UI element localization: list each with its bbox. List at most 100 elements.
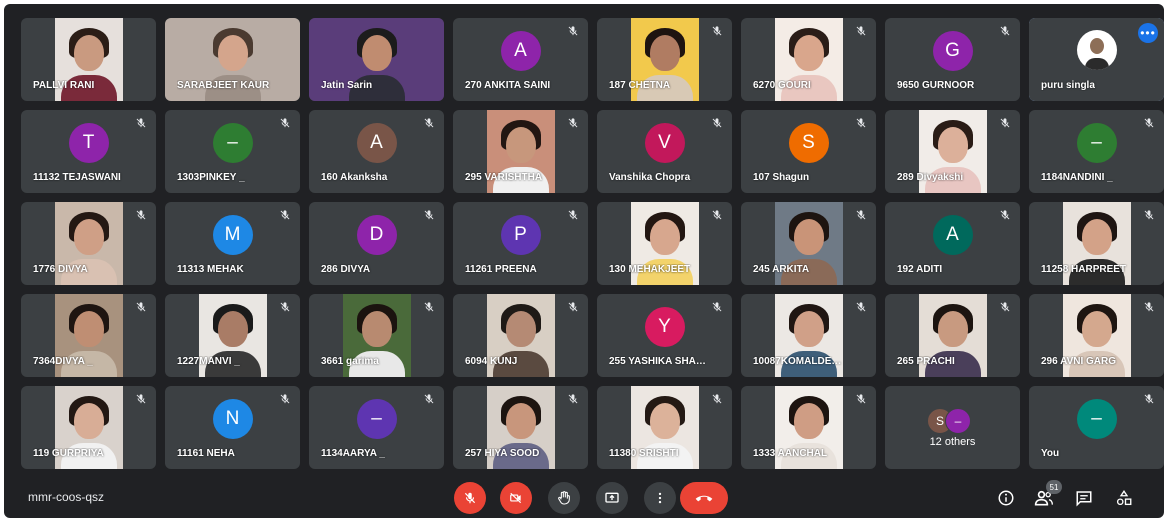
person-face [793, 403, 824, 439]
muted-mic-icon [998, 208, 1012, 222]
muted-mic-icon [854, 24, 868, 38]
participant-avatar: Y [644, 307, 685, 348]
participant-tile[interactable]: N 11161 NEHA [165, 386, 300, 469]
person-face [937, 311, 968, 347]
participant-tile[interactable]: – 1134AARYA _ [309, 386, 444, 469]
participant-tile[interactable]: – You [1029, 386, 1164, 469]
meeting-details-button[interactable] [994, 486, 1018, 510]
participant-tile[interactable]: 7364DIVYA _ [21, 294, 156, 377]
participant-name: 187 CHETNA [609, 80, 671, 91]
activities-button[interactable] [1112, 486, 1136, 510]
participant-avatar: M [212, 215, 253, 256]
participant-name: 1303PINKEY _ [177, 172, 245, 183]
muted-mic-icon [566, 392, 580, 406]
participant-tile[interactable]: – 1184NANDINI _ [1029, 110, 1164, 193]
participant-name: 295 VARISHTHA [465, 172, 543, 183]
participant-name: 119 GURPRIYA [33, 448, 104, 459]
participant-name: 107 Shagun [753, 172, 810, 183]
participant-tile[interactable]: – 1303PINKEY _ [165, 110, 300, 193]
participant-tile[interactable]: 1227MANVI _ [165, 294, 300, 377]
person-face [73, 403, 104, 439]
participant-tile[interactable]: S – 12 others [885, 386, 1020, 469]
participant-name: 11261 PREENA [465, 264, 537, 275]
people-button[interactable]: 51 [1032, 480, 1062, 510]
muted-mic-icon [566, 116, 580, 130]
person-face [73, 219, 104, 255]
person-face [361, 35, 392, 71]
raise-hand-icon [558, 491, 570, 505]
person-face [793, 311, 824, 347]
participant-tile[interactable]: 3661 garima [309, 294, 444, 377]
muted-mic-icon [1142, 116, 1156, 130]
participant-name: 1333 AANCHAL [753, 448, 828, 459]
muted-mic-icon [422, 392, 436, 406]
profile-photo [1076, 29, 1117, 70]
chat-button[interactable] [1072, 486, 1096, 510]
participant-tile[interactable]: P 11261 PREENA [453, 202, 588, 285]
person-face [505, 127, 536, 163]
muted-mic-icon [710, 116, 724, 130]
participant-tile[interactable]: S 107 Shagun [741, 110, 876, 193]
muted-mic-icon [854, 300, 868, 314]
participant-tile[interactable]: G 9650 GURNOOR [885, 18, 1020, 101]
participant-tile[interactable]: Jatin Sarin [309, 18, 444, 101]
participant-tile[interactable]: 289 Divyakshi [885, 110, 1020, 193]
participant-tile[interactable]: T 11132 TEJASWANI [21, 110, 156, 193]
muted-mic-icon [998, 300, 1012, 314]
participant-tile[interactable]: M 11313 MEHAK [165, 202, 300, 285]
participant-tile[interactable]: 6270 GOURI [741, 18, 876, 101]
participant-tile[interactable]: 1333 AANCHAL [741, 386, 876, 469]
muted-mic-icon [422, 300, 436, 314]
meet-window: PALLVI RANI SARABJEET KAUR Jatin Sarin A 270… [4, 4, 1164, 518]
person-face [217, 311, 248, 347]
participant-tile[interactable]: D 286 DIVYA [309, 202, 444, 285]
participant-tile[interactable]: 295 VARISHTHA [453, 110, 588, 193]
participant-tile[interactable]: 1776 DIVYA [21, 202, 156, 285]
muted-mic-icon [710, 392, 724, 406]
participant-name: 11132 TEJASWANI [33, 172, 121, 183]
participant-name: puru singla [1041, 80, 1095, 91]
participant-name: 9650 GURNOOR [897, 80, 975, 91]
tile-more-options-button[interactable]: ••• [1138, 23, 1158, 43]
participant-tile[interactable]: 6094 KUNJ [453, 294, 588, 377]
person-face [73, 311, 104, 347]
participant-tile[interactable]: A 270 ANKITA SAINI [453, 18, 588, 101]
participant-tile[interactable]: V Vanshika Chopra [597, 110, 732, 193]
participant-tile[interactable]: A 160 Akanksha [309, 110, 444, 193]
camera-toggle-button[interactable] [500, 482, 532, 514]
participant-avatar: G [932, 31, 973, 72]
muted-mic-icon [278, 116, 292, 130]
participant-tile[interactable]: 11258 HARPREET [1029, 202, 1164, 285]
participant-tile[interactable]: SARABJEET KAUR [165, 18, 300, 101]
person-face [505, 403, 536, 439]
participant-tile[interactable]: Y 255 YASHIKA SHA… [597, 294, 732, 377]
participant-tile[interactable]: 119 GURPRIYA [21, 386, 156, 469]
participant-tile[interactable]: 187 CHETNA [597, 18, 732, 101]
participant-tile[interactable]: 257 HIYA SOOD [453, 386, 588, 469]
participant-name: 11313 MEHAK [177, 264, 244, 275]
participant-tile[interactable]: A 192 ADITI [885, 202, 1020, 285]
chat-icon [1076, 491, 1092, 507]
muted-mic-icon [1142, 300, 1156, 314]
raise-hand-button[interactable] [548, 482, 580, 514]
muted-mic-icon [566, 208, 580, 222]
participant-tile[interactable]: 296 AVNI GARG [1029, 294, 1164, 377]
participant-tile[interactable]: 11380 SRISHTI [597, 386, 732, 469]
others-count-label: 12 others [929, 436, 976, 448]
participant-name: 1184NANDINI _ [1041, 172, 1113, 183]
microphone-toggle-button[interactable] [454, 482, 486, 514]
participant-tile[interactable]: 265 PRACHI [885, 294, 1020, 377]
participant-tile[interactable]: 10087KOMALDE… [741, 294, 876, 377]
leave-call-button[interactable] [680, 482, 728, 514]
participant-tile[interactable]: 130 MEHAKJEET [597, 202, 732, 285]
present-now-button[interactable] [596, 482, 628, 514]
participant-avatar: A [500, 31, 541, 72]
participant-tile[interactable]: 245 ARKITA [741, 202, 876, 285]
participant-name: 10087KOMALDE… [753, 356, 842, 367]
person-face [649, 219, 680, 255]
participant-avatar: S [788, 123, 829, 164]
participant-tile[interactable]: PALLVI RANI [21, 18, 156, 101]
muted-mic-icon [566, 24, 580, 38]
more-options-button[interactable] [644, 482, 676, 514]
participant-tile[interactable]: puru singla ••• [1029, 18, 1164, 101]
